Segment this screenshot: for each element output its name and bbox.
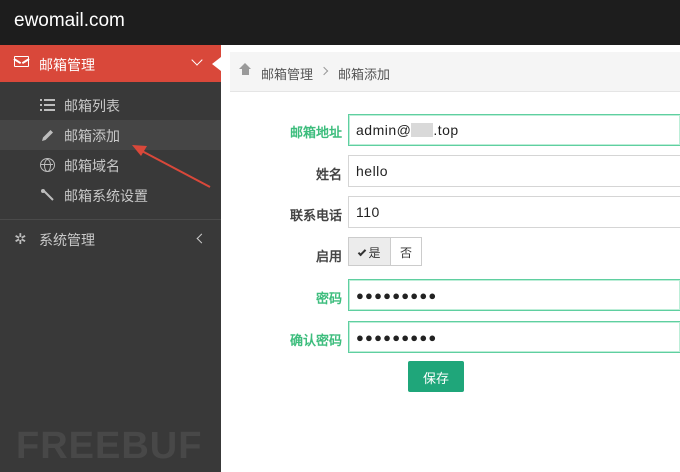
annotation-arrow (132, 145, 211, 188)
